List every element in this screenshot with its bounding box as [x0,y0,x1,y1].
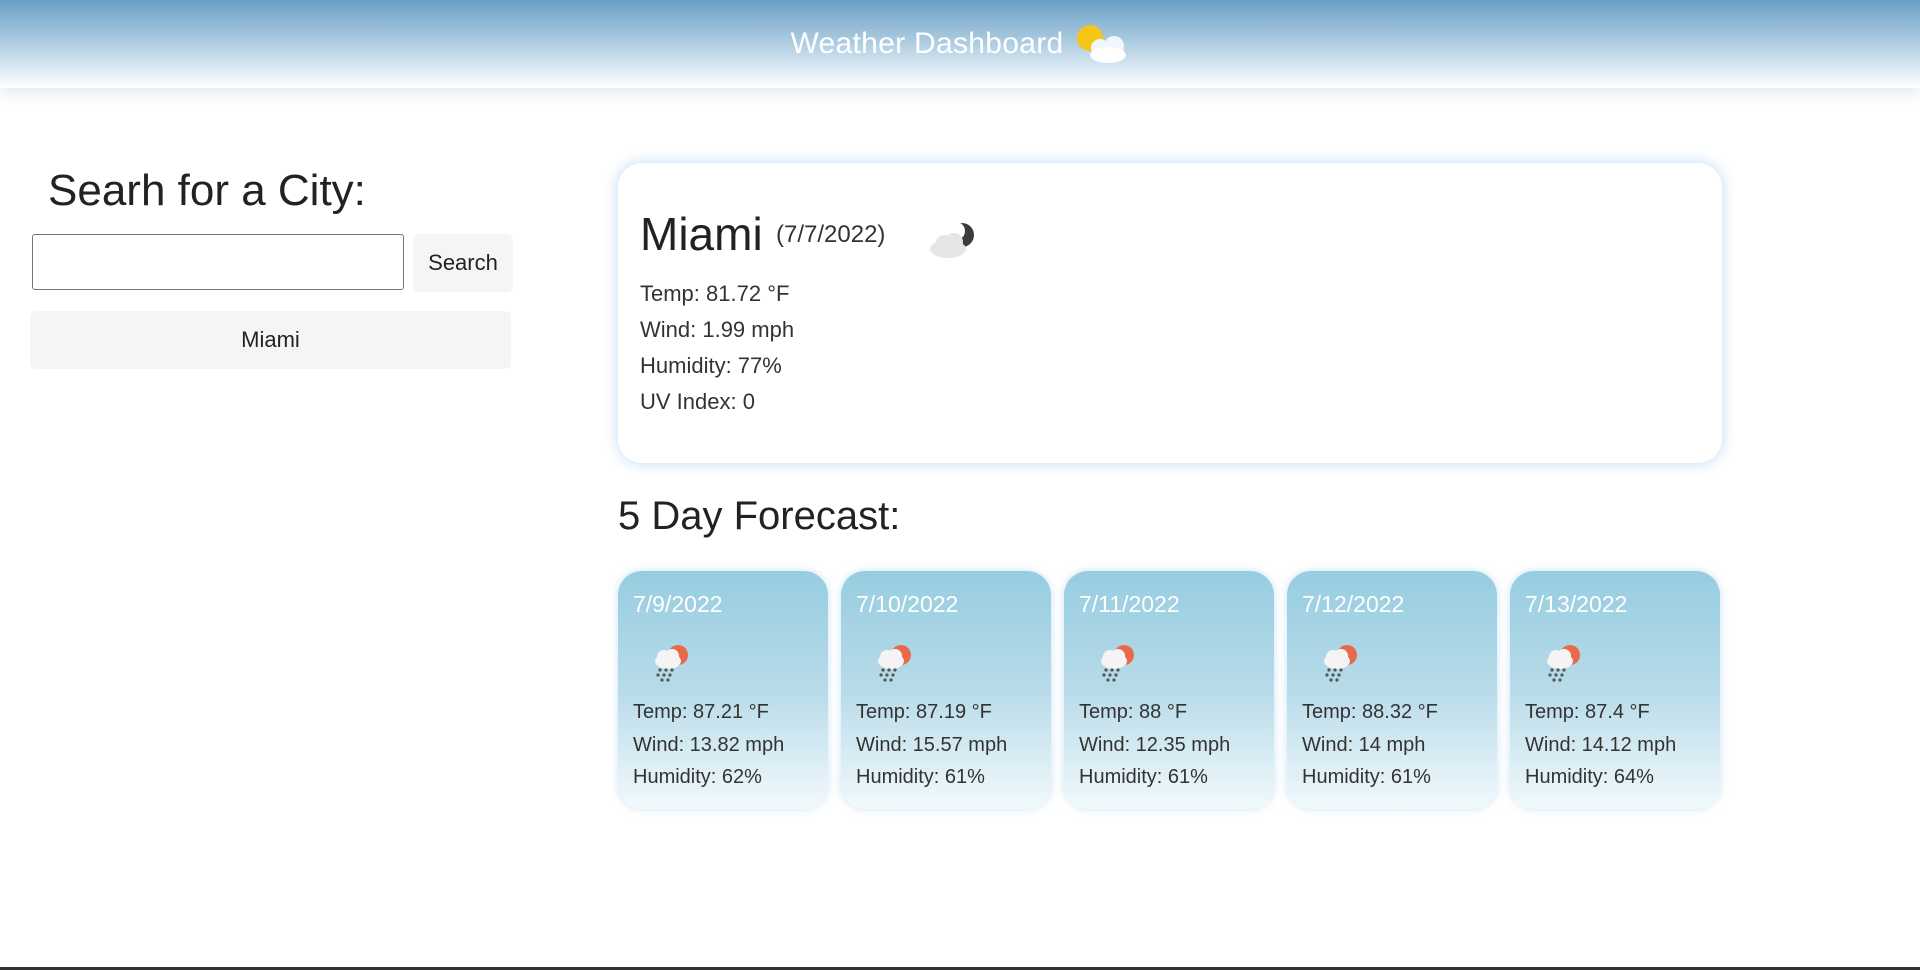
search-heading: Searh for a City: [48,166,366,215]
rain-sun-icon [1540,639,1588,687]
forecast-date: 7/10/2022 [856,591,959,617]
history-city-button[interactable]: Miami [30,311,511,369]
city-search-input[interactable] [32,234,404,290]
forecast-wind: Wind: 13.82 mph [633,734,785,756]
current-humidity: Humidity: 77% [640,353,782,378]
forecast-humidity: Humidity: 64% [1525,766,1654,788]
forecast-wind: Wind: 14 mph [1302,734,1426,756]
current-weather-card: Miami (7/7/2022) Temp: 81.72 °F Wind: 1.… [618,163,1722,463]
forecast-card: 7/11/2022 Temp: 88 °F Wind: 12.35 mph Hu… [1064,571,1274,809]
current-uv-index: UV Index: 0 [640,389,755,414]
cloud-moon-icon [924,219,980,263]
search-button[interactable]: Search [413,234,513,292]
current-wind: Wind: 1.99 mph [640,317,795,342]
forecast-card: 7/12/2022 Temp: 88.32 °F Wind: 14 mph Hu… [1287,571,1497,809]
forecast-temp: Temp: 87.4 °F [1525,701,1650,723]
forecast-wind: Wind: 14.12 mph [1525,734,1677,756]
forecast-wind: Wind: 12.35 mph [1079,734,1231,756]
forecast-row: 7/9/2022 Temp: 87.21 °F Wind: 13.82 mph … [618,571,1722,811]
forecast-humidity: Humidity: 61% [1302,766,1431,788]
forecast-humidity: Humidity: 62% [633,766,762,788]
forecast-card: 7/13/2022 Temp: 87.4 °F Wind: 14.12 mph … [1510,571,1720,809]
forecast-card: 7/10/2022 Temp: 87.19 °F Wind: 15.57 mph… [841,571,1051,809]
forecast-heading: 5 Day Forecast: [618,494,901,538]
forecast-temp: Temp: 88.32 °F [1302,701,1438,723]
forecast-date: 7/9/2022 [633,591,723,617]
current-temp: Temp: 81.72 °F [640,281,790,306]
rain-sun-icon [871,639,919,687]
app-title: Weather Dashboard [790,27,1064,60]
city-name: Miami [640,208,763,260]
forecast-humidity: Humidity: 61% [1079,766,1208,788]
forecast-date: 7/11/2022 [1079,591,1180,617]
forecast-card: 7/9/2022 Temp: 87.21 °F Wind: 13.82 mph … [618,571,828,809]
rain-sun-icon [648,639,696,687]
rain-sun-icon [1094,639,1142,687]
forecast-humidity: Humidity: 61% [856,766,985,788]
forecast-date: 7/13/2022 [1525,591,1628,617]
sun-behind-cloud-icon [1074,22,1130,66]
forecast-temp: Temp: 87.21 °F [633,701,769,723]
forecast-date: 7/12/2022 [1302,591,1405,617]
app-header: Weather Dashboard [0,0,1920,88]
rain-sun-icon [1317,639,1365,687]
forecast-temp: Temp: 87.19 °F [856,701,992,723]
current-date: (7/7/2022) [776,221,886,248]
forecast-wind: Wind: 15.57 mph [856,734,1008,756]
forecast-temp: Temp: 88 °F [1079,701,1188,723]
